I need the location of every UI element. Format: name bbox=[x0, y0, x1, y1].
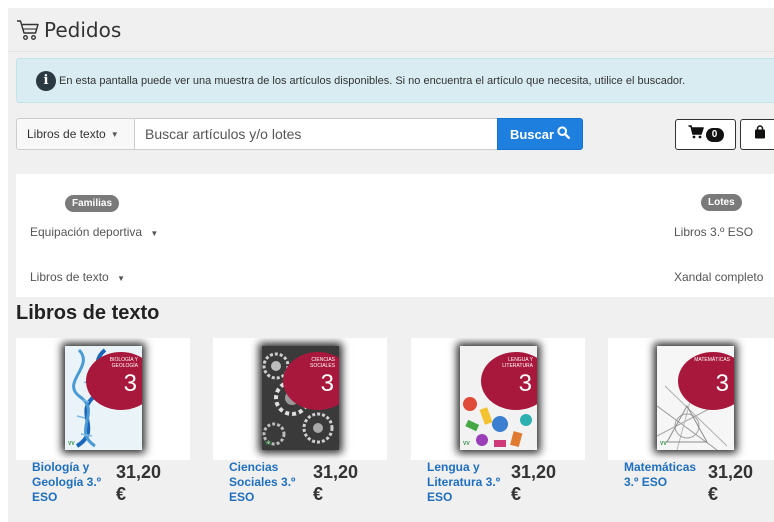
section-title: Libros de texto bbox=[16, 302, 160, 324]
product-currency: € bbox=[116, 484, 127, 504]
search-input[interactable] bbox=[135, 118, 497, 150]
book-cover: MATEMÁTICAS 3 VV bbox=[657, 346, 734, 450]
orders-page: Pedidos i En esta pantalla puede ver una… bbox=[8, 8, 774, 522]
shopping-cart-icon bbox=[16, 19, 40, 41]
caret-down-icon: ▼ bbox=[110, 129, 119, 139]
product-card: MATEMÁTICAS 3 VV Matemáticas 3.º ESO 31,… bbox=[608, 338, 774, 522]
bag-button[interactable] bbox=[740, 119, 774, 150]
product-card: BIOLOGÍA Y GEOLOGÍA 3 VV Biología y Geol… bbox=[16, 338, 190, 522]
publisher-logo: VV bbox=[68, 441, 75, 447]
cover-title: CIENCIAS SOCIALES bbox=[309, 357, 335, 369]
family-item-libros-de-texto[interactable]: Libros de texto ▼ bbox=[30, 270, 125, 284]
publisher-logo: VV bbox=[265, 441, 272, 447]
product-currency: € bbox=[708, 484, 719, 504]
product-image[interactable]: MATEMÁTICAS 3 VV bbox=[608, 338, 774, 460]
product-price: 31,20 bbox=[708, 462, 754, 482]
product-price: 31,20 bbox=[313, 462, 359, 482]
search-icon bbox=[557, 126, 571, 142]
cover-number: 3 bbox=[518, 370, 532, 397]
product-currency: € bbox=[511, 484, 522, 504]
product-image[interactable]: LENGUA Y LITERATURA 3 VV bbox=[411, 338, 585, 460]
page-header: Pedidos bbox=[8, 8, 774, 52]
cart-button[interactable]: 0 bbox=[675, 119, 736, 150]
product-name-link[interactable]: Matemáticas 3.º ESO bbox=[624, 460, 710, 490]
publisher-logo: VV bbox=[463, 441, 470, 447]
product-image[interactable]: CIENCIAS SOCIALES 3 VV bbox=[213, 338, 387, 460]
info-text: En esta pantalla puede ver una muestra d… bbox=[59, 74, 686, 87]
filters-panel: Familias Lotes Equipación deportiva ▼ Li… bbox=[16, 174, 774, 297]
book-cover: LENGUA Y LITERATURA 3 VV bbox=[460, 346, 537, 450]
info-alert: i En esta pantalla puede ver una muestra… bbox=[16, 58, 774, 103]
family-item-label: Equipación deportiva bbox=[30, 225, 143, 239]
caret-down-icon: ▼ bbox=[150, 229, 159, 238]
book-cover: BIOLOGÍA Y GEOLOGÍA 3 VV bbox=[65, 346, 142, 450]
product-name-link[interactable]: Lengua y Literatura 3.º ESO bbox=[427, 460, 513, 505]
category-dropdown[interactable]: Libros de texto ▼ bbox=[16, 118, 135, 150]
product-price: 31,20 bbox=[116, 462, 162, 482]
category-dropdown-label: Libros de texto bbox=[27, 127, 106, 141]
shopping-cart-icon bbox=[688, 125, 704, 144]
product-image[interactable]: BIOLOGÍA Y GEOLOGÍA 3 VV bbox=[16, 338, 190, 460]
cover-title: BIOLOGÍA Y GEOLOGÍA bbox=[109, 357, 138, 369]
product-currency: € bbox=[313, 484, 324, 504]
family-item-equipacion-deportiva[interactable]: Equipación deportiva ▼ bbox=[30, 225, 158, 239]
book-cover: CIENCIAS SOCIALES 3 VV bbox=[262, 346, 339, 450]
cover-number: 3 bbox=[715, 370, 729, 397]
lot-item-libros-3-eso[interactable]: Libros 3.º ESO bbox=[674, 225, 753, 239]
family-item-label: Libros de texto bbox=[30, 270, 109, 284]
product-card: CIENCIAS SOCIALES 3 VV Ciencias Sociales… bbox=[213, 338, 387, 522]
cover-number: 3 bbox=[123, 370, 137, 397]
search-button-label: Buscar bbox=[509, 126, 555, 142]
info-circle-icon: i bbox=[36, 70, 56, 91]
product-card: LENGUA Y LITERATURA 3 VV Lengua y Litera… bbox=[411, 338, 585, 522]
lots-header: Lotes bbox=[701, 194, 742, 211]
search-bar: Libros de texto ▼ Buscar bbox=[16, 118, 583, 150]
families-header: Familias bbox=[65, 195, 120, 212]
cover-title: MATEMÁTICAS bbox=[694, 357, 730, 363]
page-title: Pedidos bbox=[44, 17, 122, 42]
product-grid: BIOLOGÍA Y GEOLOGÍA 3 VV Biología y Geol… bbox=[8, 338, 774, 522]
shopping-bag-icon bbox=[754, 125, 766, 144]
product-price: 31,20 bbox=[511, 462, 557, 482]
publisher-logo: VV bbox=[660, 441, 667, 447]
cart-count-badge: 0 bbox=[705, 127, 724, 142]
lot-item-xandal-completo[interactable]: Xandal completo bbox=[674, 270, 763, 284]
cover-number: 3 bbox=[320, 370, 334, 397]
product-name-link[interactable]: Biología y Geología 3.º ESO bbox=[32, 460, 118, 505]
search-button[interactable]: Buscar bbox=[497, 118, 583, 150]
product-name-link[interactable]: Ciencias Sociales 3.º ESO bbox=[229, 460, 315, 505]
caret-down-icon: ▼ bbox=[117, 274, 125, 283]
cover-title: LENGUA Y LITERATURA bbox=[502, 357, 533, 369]
